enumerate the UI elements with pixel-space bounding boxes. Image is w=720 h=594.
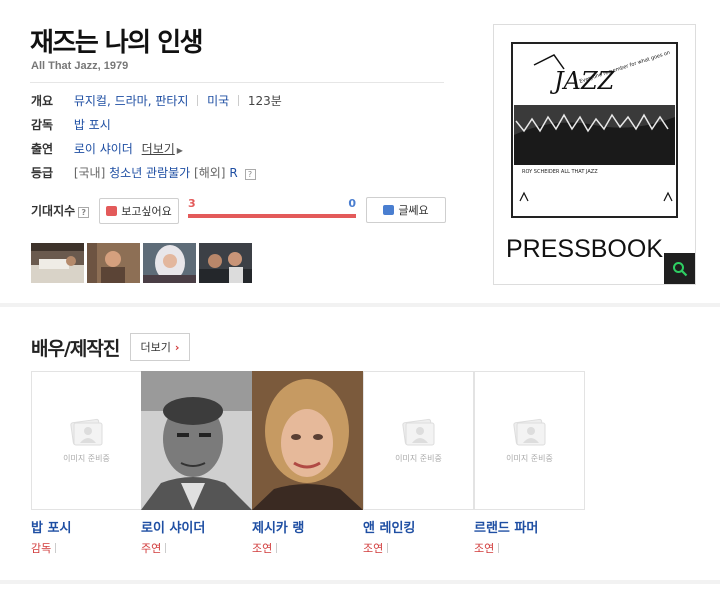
cast-name[interactable]: 제시카 랭 (252, 517, 363, 536)
cast-role: 주연 (141, 540, 252, 556)
section-divider (0, 580, 720, 584)
separator (238, 95, 240, 106)
stills-strip (31, 243, 252, 283)
separator (55, 543, 57, 553)
chevron-right-icon: ▶ (176, 146, 183, 155)
cast-link[interactable]: 로이 샤이더 (74, 142, 133, 156)
cast-photo[interactable] (141, 371, 252, 510)
page-title: 재즈는 나의 인생 (30, 28, 204, 58)
cast-name[interactable]: 르랜드 파머 (474, 517, 585, 536)
separator (276, 543, 278, 553)
chevron-right-icon: › (174, 340, 180, 354)
genre-link[interactable]: 뮤지컬, 드라마, 판타지 (74, 94, 189, 108)
thumbs-down-icon (383, 205, 395, 215)
cast-photo-placeholder[interactable]: 이미지 준비중 (31, 371, 142, 510)
still-thumbnail[interactable] (87, 243, 140, 283)
separator (387, 543, 389, 553)
no-image-icon (401, 418, 434, 446)
rating-help-icon[interactable]: ? (244, 169, 256, 180)
movie-header: 재즈는 나의 인생 All That Jazz, 1979 개요 뮤지컬, 드라… (0, 0, 720, 300)
rating-overseas-link[interactable]: R (229, 166, 237, 180)
movie-poster[interactable]: JAZZ Everyone remember for what goes on … (493, 24, 696, 285)
still-thumbnail[interactable] (199, 243, 252, 283)
director-label: 감독 (31, 118, 54, 132)
cast-card[interactable]: 이미지 준비중 밥 포시 감독 (31, 371, 142, 556)
no-image-text: 이미지 준비중 (506, 454, 553, 463)
separator (498, 543, 500, 553)
expectation-label: 기대지수? (31, 202, 90, 219)
want-ratio-fill (188, 214, 356, 218)
separator (165, 543, 167, 553)
cast-card[interactable]: 로이 샤이더 주연 (141, 371, 252, 556)
rating-domestic-prefix: [국내] (73, 166, 106, 180)
dislike-button[interactable]: 글쎄요 (366, 197, 446, 223)
cast-name[interactable]: 앤 레인킹 (363, 517, 474, 536)
cast-section-more-label: 더보기 (140, 341, 171, 354)
search-icon (672, 261, 687, 276)
cast-photo[interactable] (252, 371, 363, 510)
overview-row: 개요 뮤지컬, 드라마, 판타지 미국 123분 (31, 92, 282, 110)
cast-name[interactable]: 로이 샤이더 (141, 517, 252, 536)
cast-role-text: 조연 (474, 542, 495, 555)
rating-label: 등급 (31, 166, 54, 180)
cast-label: 출연 (31, 142, 54, 156)
country-link[interactable]: 미국 (207, 94, 229, 108)
expectation-help-icon[interactable]: ? (78, 207, 90, 218)
dislike-label: 글쎄요 (398, 204, 429, 217)
still-thumbnail[interactable] (143, 243, 196, 283)
overview-label: 개요 (31, 94, 54, 108)
want-count: 3 (188, 197, 196, 210)
thumbs-up-icon (106, 206, 118, 216)
title-divider (30, 82, 444, 83)
cast-role: 조연 (474, 540, 585, 556)
cast-role-text: 조연 (363, 542, 384, 555)
rating-domestic-link[interactable]: 청소년 관람불가 (109, 166, 190, 180)
want-to-see-button[interactable]: 보고싶어요 (99, 198, 179, 224)
rating-overseas-prefix: [해외] (194, 166, 226, 180)
cast-card[interactable]: 제시카 랭 조연 (252, 371, 363, 556)
cast-role: 조연 (363, 540, 474, 556)
no-image-icon (512, 418, 545, 446)
cast-role: 감독 (31, 540, 142, 556)
cast-photo-placeholder[interactable]: 이미지 준비중 (363, 371, 474, 510)
cast-section-title: 배우/제작진 (31, 338, 120, 360)
cast-card[interactable]: 이미지 준비중 앤 레인킹 조연 (363, 371, 474, 556)
cast-section-more-button[interactable]: 더보기 › (130, 333, 190, 361)
pressbook-text: PRESSBOOK (506, 235, 663, 263)
expectation-bar-track (188, 214, 356, 218)
want-to-see-label: 보고싶어요 (121, 205, 172, 218)
section-divider (0, 303, 720, 307)
no-image-icon (69, 418, 102, 446)
cast-role: 조연 (252, 540, 363, 556)
separator (197, 95, 199, 106)
dislike-count: 0 (348, 197, 356, 210)
svg-text:ROY SCHEIDER ALL THAT JAZZ: ROY SCHEIDER ALL THAT JAZZ (522, 169, 598, 175)
cast-role-text: 감독 (31, 542, 52, 555)
no-image-text: 이미지 준비중 (63, 454, 110, 463)
cast-role-text: 주연 (141, 542, 162, 555)
cast-photo-placeholder[interactable]: 이미지 준비중 (474, 371, 585, 510)
poster-zoom-button[interactable] (664, 253, 695, 284)
director-row: 감독 밥 포시 (31, 116, 111, 134)
cast-more-link[interactable]: 더보기 (142, 142, 175, 156)
expectation-label-text: 기대지수 (31, 204, 76, 218)
still-thumbnail[interactable] (31, 243, 84, 283)
cast-role-text: 조연 (252, 542, 273, 555)
no-image-text: 이미지 준비중 (395, 454, 442, 463)
cast-row: 출연 로이 샤이더 더보기 ▶ (31, 140, 183, 158)
director-link[interactable]: 밥 포시 (74, 118, 111, 132)
cast-card[interactable]: 이미지 준비중 르랜드 파머 조연 (474, 371, 585, 556)
original-title-year: All That Jazz, 1979 (31, 60, 129, 72)
cast-name[interactable]: 밥 포시 (31, 517, 142, 536)
runtime: 123분 (247, 94, 282, 108)
rating-row: 등급 [국내] 청소년 관람불가 [해외] R ? (31, 164, 256, 182)
